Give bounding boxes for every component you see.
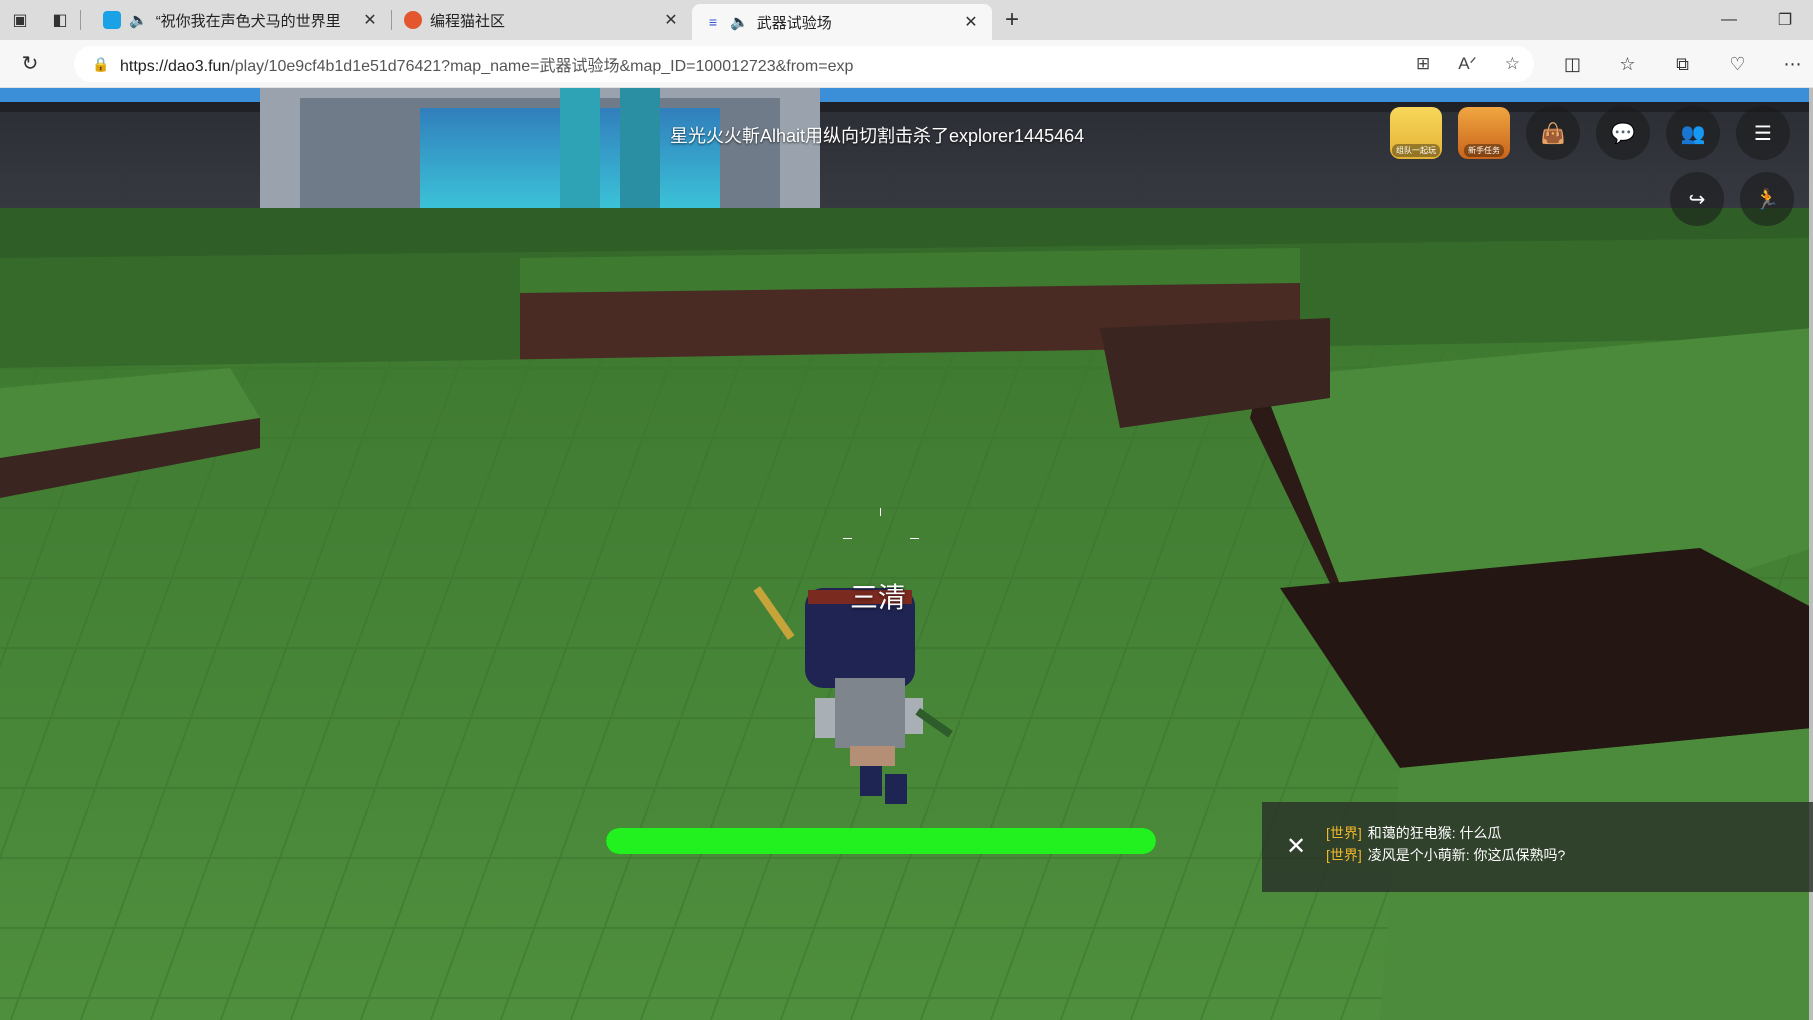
browser-essentials-icon[interactable]: ♡ xyxy=(1710,54,1765,75)
chat-lines: [世界] 和蔼的狂电猴: 什么瓜 [世界] 凌风是个小萌新: 你这瓜保熟吗? xyxy=(1326,822,1565,866)
address-bar: ↻ 🔒 https://dao3.fun/play/10e9cf4b1d1e51… xyxy=(0,40,1813,88)
speaker-icon[interactable]: 🔈 xyxy=(129,11,148,29)
shop-bag-icon[interactable]: 👜 xyxy=(1526,106,1580,160)
friends-icon[interactable]: 👥 xyxy=(1666,106,1720,160)
read-aloud-icon[interactable]: Aᐟ xyxy=(1458,54,1477,74)
url-host: https://dao3.fun xyxy=(120,58,231,75)
chat-text: 凌风是个小萌新: 你这瓜保熟吗? xyxy=(1367,847,1566,863)
close-icon[interactable]: ✕ xyxy=(1286,832,1306,861)
close-icon[interactable]: ✕ xyxy=(662,10,680,30)
chat-channel: [世界] xyxy=(1326,847,1362,863)
chat-text: 和蔼的狂电猴: 什么瓜 xyxy=(1367,825,1502,841)
lock-icon[interactable]: 🔒 xyxy=(92,56,120,73)
close-icon[interactable]: ✕ xyxy=(962,12,980,32)
crosshair xyxy=(840,508,920,548)
chat-bubble-icon[interactable]: 💬 xyxy=(1596,106,1650,160)
tab-bilibili[interactable]: 🔈 “祝你我在声色犬马的世界里 ✕ xyxy=(91,0,391,40)
kill-feed: 星光火火斬Alhait用纵向切割击杀了explorer1445464 xyxy=(670,126,1085,146)
tab-title: 编程猫社区 xyxy=(430,12,506,30)
team-play-button[interactable]: 组队一起玩 xyxy=(1390,107,1442,159)
team-play-label: 组队一起玩 xyxy=(1392,144,1440,157)
url-field[interactable]: 🔒 https://dao3.fun/play/10e9cf4b1d1e51d7… xyxy=(74,46,1534,82)
maximize-icon[interactable]: ❐ xyxy=(1757,0,1813,40)
speaker-icon[interactable]: 🔈 xyxy=(730,13,749,31)
app-available-icon[interactable]: ⊞ xyxy=(1416,54,1430,74)
vertical-tabs-icon[interactable]: ◧ xyxy=(40,0,80,40)
favorite-star-icon[interactable]: ☆ xyxy=(1505,54,1520,74)
tab-codemao[interactable]: 编程猫社区 ✕ xyxy=(392,0,692,40)
dao3-icon: ≡ xyxy=(708,14,718,30)
url-text: https://dao3.fun/play/10e9cf4b1d1e51d764… xyxy=(120,52,1416,76)
close-icon[interactable]: ✕ xyxy=(361,10,379,30)
more-icon[interactable]: ⋯ xyxy=(1765,54,1813,75)
tab-weapon-range[interactable]: ≡ 🔈 武器试验场 ✕ xyxy=(692,4,992,40)
tab-title: 武器试验场 xyxy=(756,14,832,32)
favorites-icon[interactable]: ☆ xyxy=(1600,54,1655,75)
codemao-icon xyxy=(404,11,422,29)
chat-message: [世界] 和蔼的狂电猴: 什么瓜 xyxy=(1326,822,1565,844)
reload-icon[interactable]: ↻ xyxy=(0,51,60,76)
chat-panel: ✕ [世界] 和蔼的狂电猴: 什么瓜 [世界] 凌风是个小萌新: 你这瓜保熟吗? xyxy=(1262,802,1813,892)
minimize-icon[interactable]: — xyxy=(1701,0,1757,40)
url-path: /play/10e9cf4b1d1e51d76421?map_name=武器试验… xyxy=(230,58,854,75)
bilibili-icon xyxy=(103,11,121,29)
menu-icon[interactable]: ☰ xyxy=(1736,106,1790,160)
share-icon[interactable]: ↪ xyxy=(1670,172,1724,226)
player-name: 三清 xyxy=(850,582,907,613)
window-controls: — ❐ xyxy=(1701,0,1813,40)
health-bar xyxy=(606,828,1156,854)
toolbar-right: ◫ ☆ ⧉ ♡ ⋯ xyxy=(1545,40,1813,88)
tab-separator xyxy=(80,10,81,30)
url-inline-tools: ⊞ Aᐟ ☆ xyxy=(1416,54,1534,74)
game-viewport[interactable]: 星光火火斬Alhait用纵向切割击杀了explorer1445464 组队一起玩… xyxy=(0,88,1813,1020)
tab-bar: ▣ ◧ 🔈 “祝你我在声色犬马的世界里 ✕ 编程猫社区 ✕ ≡ 🔈 武器试验场 … xyxy=(0,0,1813,40)
hud-top-right: 组队一起玩 新手任务 👜 💬 👥 ☰ xyxy=(1390,106,1790,160)
workspaces-icon[interactable]: ▣ xyxy=(0,0,40,40)
collections-icon[interactable]: ⧉ xyxy=(1655,54,1710,75)
hud-actions: ↪ 🏃 xyxy=(1670,172,1794,226)
health-fill xyxy=(606,828,1156,854)
chat-channel: [世界] xyxy=(1326,825,1362,841)
novice-task-label: 新手任务 xyxy=(1464,144,1504,157)
chat-message: [世界] 凌风是个小萌新: 你这瓜保熟吗? xyxy=(1326,844,1565,866)
emote-icon[interactable]: 🏃 xyxy=(1740,172,1794,226)
new-tab-button[interactable]: + xyxy=(992,6,1032,34)
tab-title: “祝你我在声色犬马的世界里 xyxy=(155,12,341,30)
split-screen-icon[interactable]: ◫ xyxy=(1545,54,1600,75)
novice-task-button[interactable]: 新手任务 xyxy=(1458,107,1510,159)
